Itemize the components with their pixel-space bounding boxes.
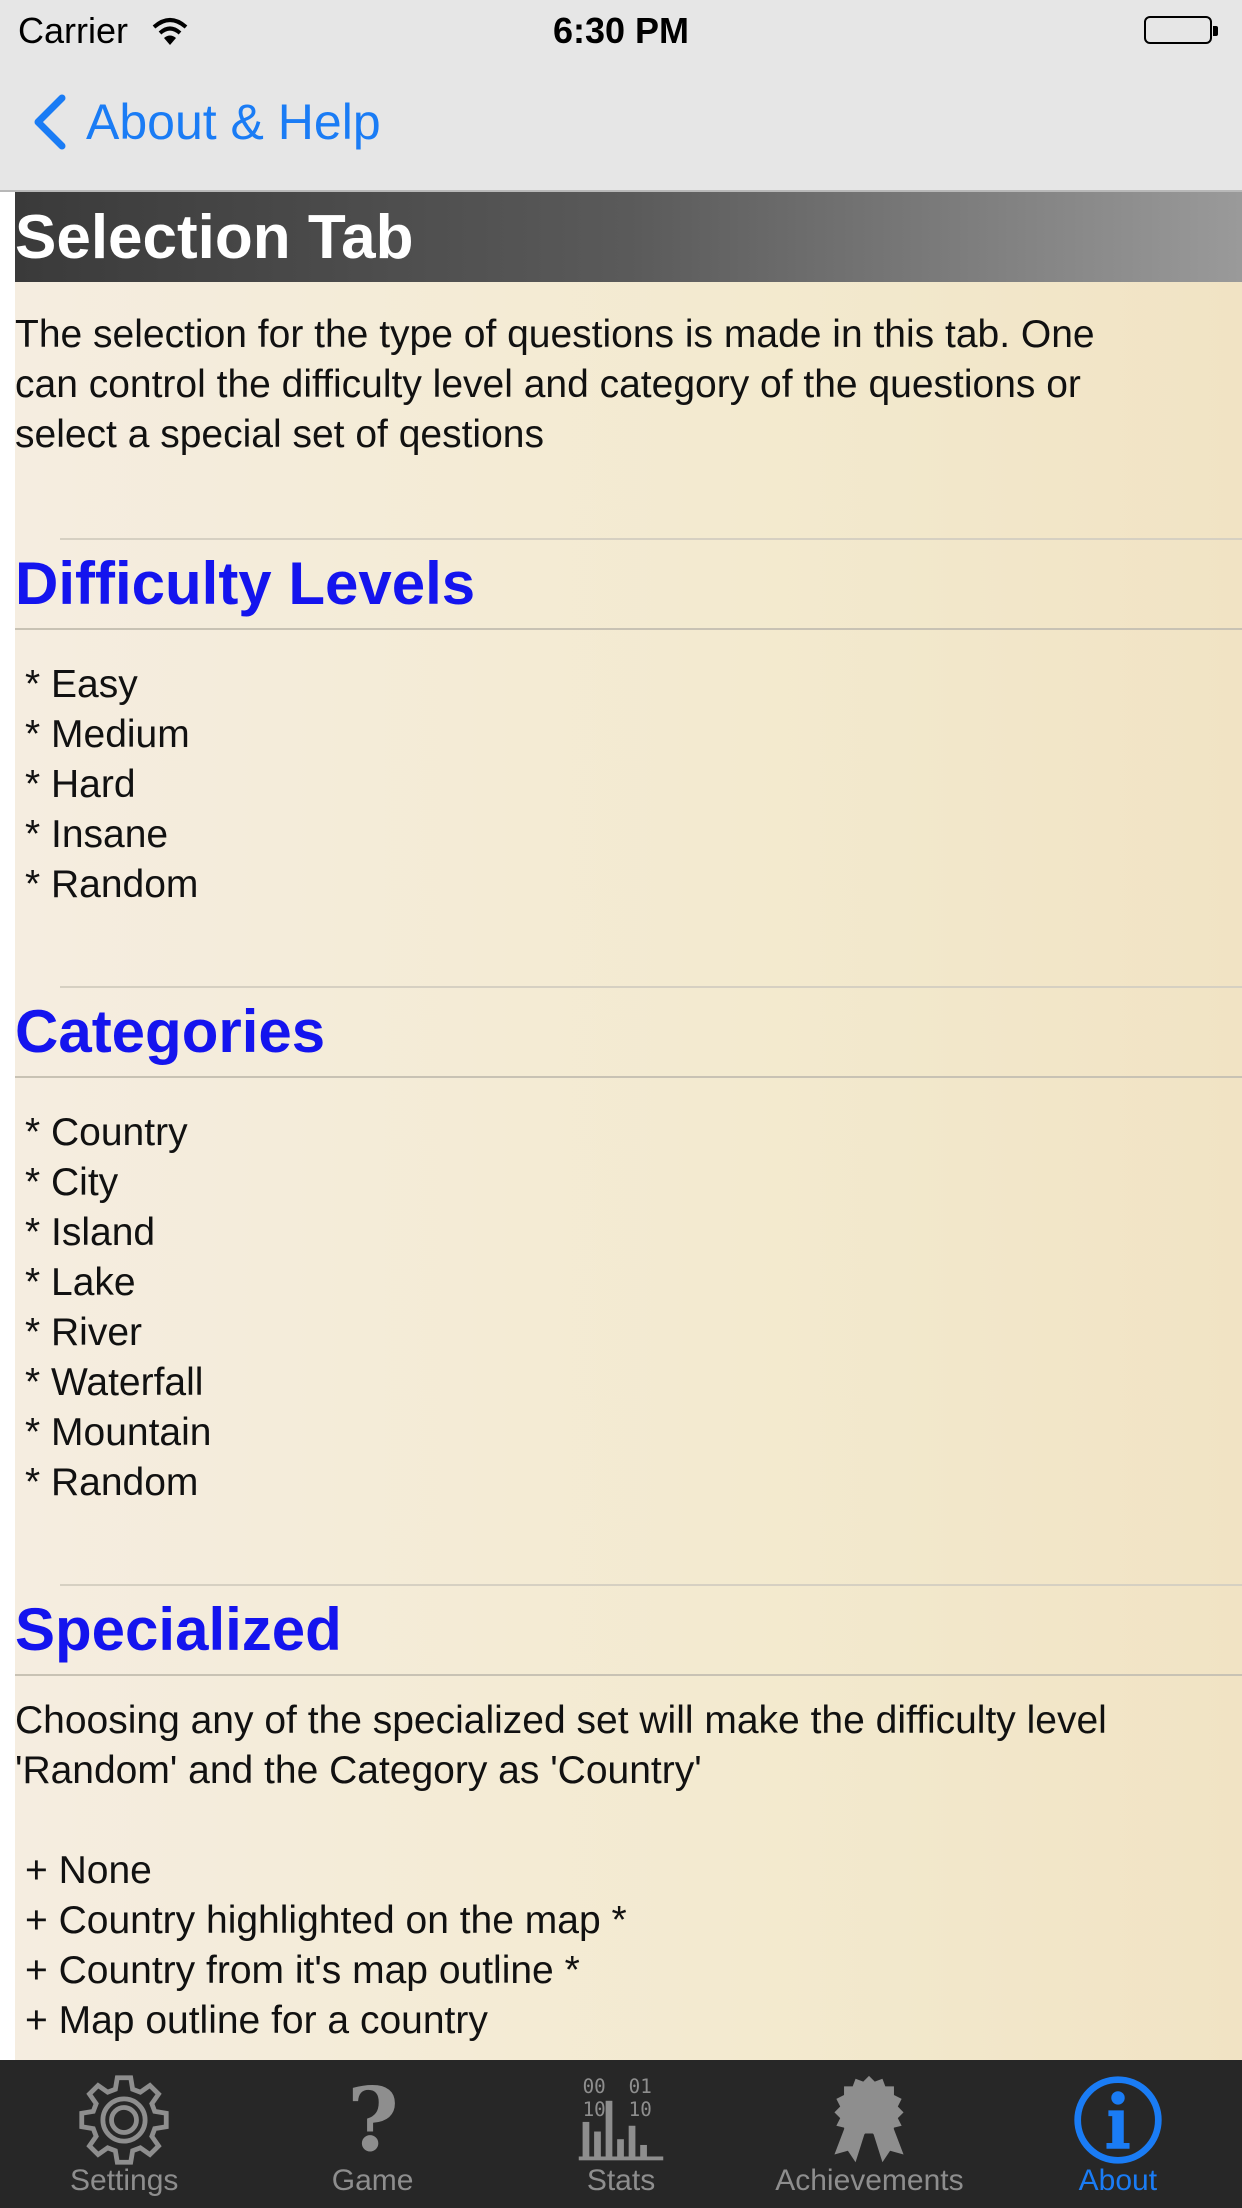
categories-heading: Categories xyxy=(15,998,326,1065)
categories-list: * Country * City * Island * Lake * River… xyxy=(15,1108,1242,1508)
page-title: Selection Tab xyxy=(15,192,1242,282)
tab-bar: Settings ? Game 00 01 10 10 Stats Achiev… xyxy=(0,2060,1242,2208)
difficulty-heading: Difficulty Levels xyxy=(15,550,476,617)
list-item: + None xyxy=(25,1849,152,1892)
intro-paragraph: The selection for the type of questions … xyxy=(15,310,1242,460)
description-line: Choosing any of the specialized set will… xyxy=(15,1699,1107,1742)
list-item: * Waterfall xyxy=(25,1361,204,1404)
difficulty-list: * Easy * Medium * Hard * Insane * Random xyxy=(15,660,1242,910)
list-item: * Medium xyxy=(25,713,190,756)
list-item: * City xyxy=(25,1161,119,1204)
list-item: * Mountain xyxy=(25,1411,212,1454)
specialized-list: + None + Country highlighted on the map … xyxy=(15,1846,1242,2046)
tab-label: About xyxy=(1078,2164,1158,2197)
specialized-description: Choosing any of the specialized set will… xyxy=(15,1696,1242,1796)
list-item: * Random xyxy=(25,1461,199,1504)
list-item: * Hard xyxy=(25,763,136,806)
intro-line: can control the difficulty level and cat… xyxy=(15,363,1081,406)
list-item: * Lake xyxy=(25,1261,136,1304)
svg-text:?: ? xyxy=(347,2072,399,2168)
list-item: * Easy xyxy=(25,663,138,706)
list-item: + Country highlighted on the map * xyxy=(25,1899,627,1942)
back-button-label: About & Help xyxy=(86,94,381,150)
list-item: * River xyxy=(25,1311,143,1354)
list-item: * Country xyxy=(25,1111,188,1154)
tab-achievements[interactable]: Achievements xyxy=(745,2060,993,2208)
tab-game[interactable]: ? Game xyxy=(248,2060,496,2208)
tab-settings[interactable]: Settings xyxy=(0,2060,248,2208)
status-time: 6:30 PM xyxy=(552,10,690,51)
tab-about[interactable]: About xyxy=(994,2060,1242,2208)
intro-line: select a special set of qestions xyxy=(15,413,544,456)
gear-icon xyxy=(64,2070,184,2170)
tab-stats[interactable]: 00 01 10 10 Stats xyxy=(497,2060,745,2208)
intro-line: The selection for the type of questions … xyxy=(15,313,1095,356)
status-bar: Carrier 6:30 PM xyxy=(0,0,1242,60)
tab-label: Achievements xyxy=(775,2164,964,2197)
tab-label: Stats xyxy=(586,2164,656,2197)
question-mark-icon: ? xyxy=(313,2070,433,2170)
tab-label: Game xyxy=(331,2164,414,2197)
specialized-heading: Specialized xyxy=(15,1596,342,1663)
list-item: * Insane xyxy=(25,813,169,856)
ribbon-award-icon xyxy=(809,2070,929,2170)
back-button[interactable]: About & Help xyxy=(30,92,381,152)
list-item: + Country from it's map outline * xyxy=(25,1949,580,1992)
description-line: 'Random' and the Category as 'Country' xyxy=(15,1749,702,1792)
battery-icon xyxy=(1144,16,1218,44)
info-circle-icon xyxy=(1058,2070,1178,2170)
svg-text:00: 00 xyxy=(583,2075,606,2098)
svg-text:10: 10 xyxy=(629,2098,652,2121)
navigation-bar: About & Help xyxy=(0,60,1242,192)
list-item: * Island xyxy=(25,1211,156,1254)
list-item: + Map outline for a country xyxy=(25,1999,488,2042)
list-item: * Random xyxy=(25,863,199,906)
tab-label: Settings xyxy=(70,2164,179,2197)
stats-chart-icon: 00 01 10 10 xyxy=(561,2070,681,2170)
svg-text:01: 01 xyxy=(629,2075,652,2098)
help-content[interactable]: Selection Tab The selection for the type… xyxy=(15,192,1242,2060)
chevron-left-icon xyxy=(34,94,66,150)
svg-text:10: 10 xyxy=(583,2098,606,2121)
